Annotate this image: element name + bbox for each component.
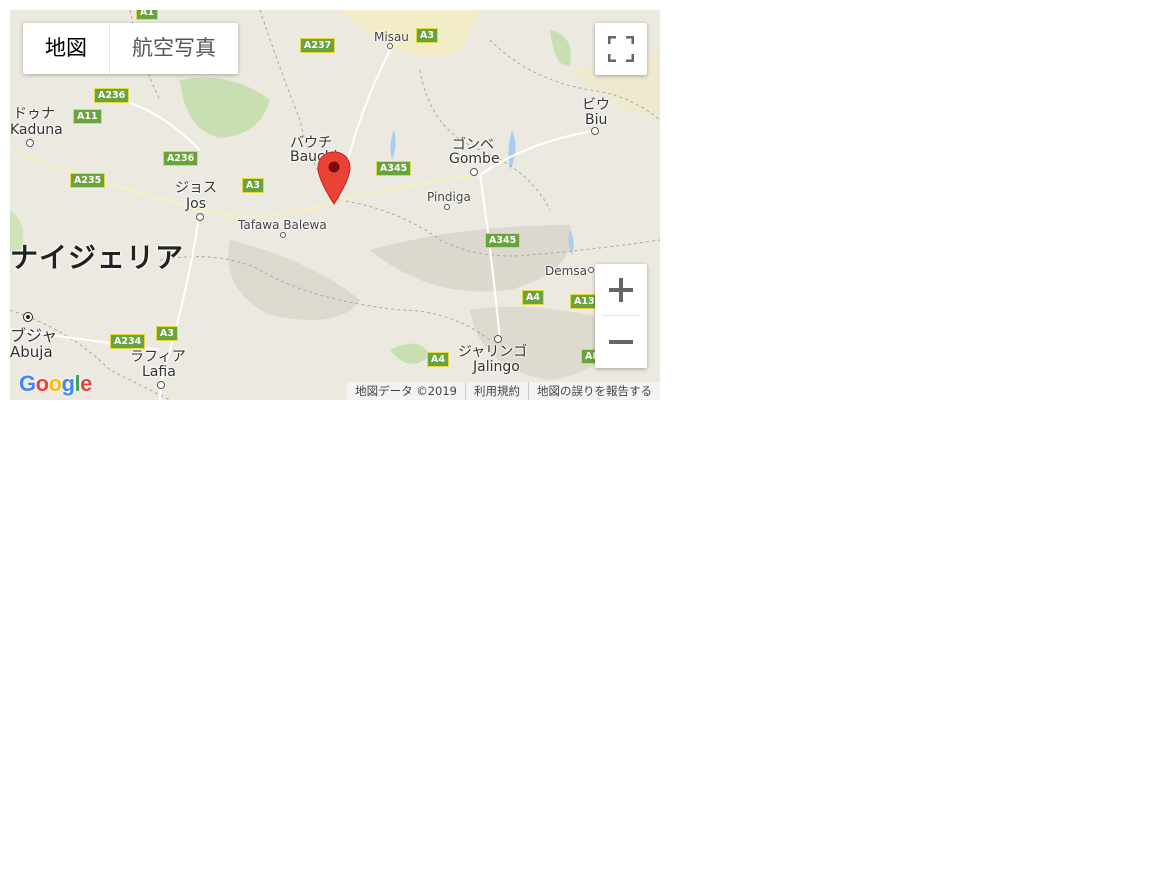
road-shield: A345 — [376, 161, 412, 176]
road-shield: A3 — [416, 28, 438, 43]
place-label: Misau — [374, 30, 409, 44]
map-type-satellite-button[interactable]: 航空写真 — [109, 23, 238, 74]
zoom-in-button[interactable] — [595, 264, 647, 316]
city-dot — [591, 127, 599, 135]
country-label: ナイジェリア — [10, 241, 185, 274]
place-label: Jos — [186, 196, 206, 212]
city-dot — [387, 43, 393, 49]
map-data-credit: 地図データ ©2019 — [355, 384, 457, 398]
capital-dot — [23, 312, 33, 322]
city-dot — [26, 139, 34, 147]
place-label: Kaduna — [10, 122, 63, 138]
zoom-out-button[interactable] — [595, 316, 647, 368]
place-label: ドゥナ — [13, 106, 55, 122]
place-label: Jalingo — [473, 359, 520, 375]
place-label: Tafawa Balewa — [238, 218, 327, 232]
city-dot — [196, 213, 204, 221]
road-shield: A3 — [242, 178, 264, 193]
map-pin-icon[interactable] — [316, 150, 352, 206]
road-shield: A4 — [522, 290, 544, 305]
google-logo[interactable]: Google — [19, 371, 92, 397]
road-shield: A11 — [73, 109, 102, 124]
place-label: Demsa — [545, 264, 587, 278]
place-label: ビウ — [582, 97, 610, 113]
map-type-map-button[interactable]: 地図 — [23, 23, 109, 74]
city-dot — [444, 204, 450, 210]
road-shield: A236 — [94, 88, 130, 103]
place-label: Gombe — [449, 151, 500, 167]
place-label: Abuja — [10, 343, 53, 361]
city-dot — [588, 267, 594, 273]
plus-icon — [609, 278, 633, 302]
fullscreen-icon — [608, 36, 634, 62]
fullscreen-button[interactable] — [595, 23, 647, 75]
road-shield: A4 — [427, 352, 449, 367]
road-shield: A3 — [156, 326, 178, 341]
place-label: Pindiga — [427, 190, 471, 204]
place-label: ジョス — [175, 180, 217, 196]
road-shield: A345 — [485, 233, 521, 248]
road-shield: A237 — [300, 38, 336, 53]
road-shield: A236 — [163, 151, 199, 166]
place-label: Biu — [585, 112, 608, 128]
minus-icon — [609, 340, 633, 344]
zoom-control — [595, 264, 647, 368]
city-dot — [280, 232, 286, 238]
road-shield: A1 — [136, 10, 158, 20]
map-attribution: 地図データ ©2019 利用規約 地図の誤りを報告する — [347, 382, 660, 400]
place-label: Lafia — [142, 364, 176, 380]
road-shield: A235 — [70, 173, 106, 188]
report-error-link[interactable]: 地図の誤りを報告する — [528, 382, 660, 400]
place-label: ジャリンゴ — [458, 344, 528, 360]
map-type-control: 地図 航空写真 — [23, 23, 238, 74]
map-view[interactable]: A1 A237 A3 A236 A11 A236 A3 A345 A235 A3… — [10, 10, 660, 400]
place-label: ラフィア — [130, 349, 186, 365]
city-dot — [470, 168, 478, 176]
terms-link[interactable]: 利用規約 — [465, 382, 528, 400]
city-dot — [157, 381, 165, 389]
